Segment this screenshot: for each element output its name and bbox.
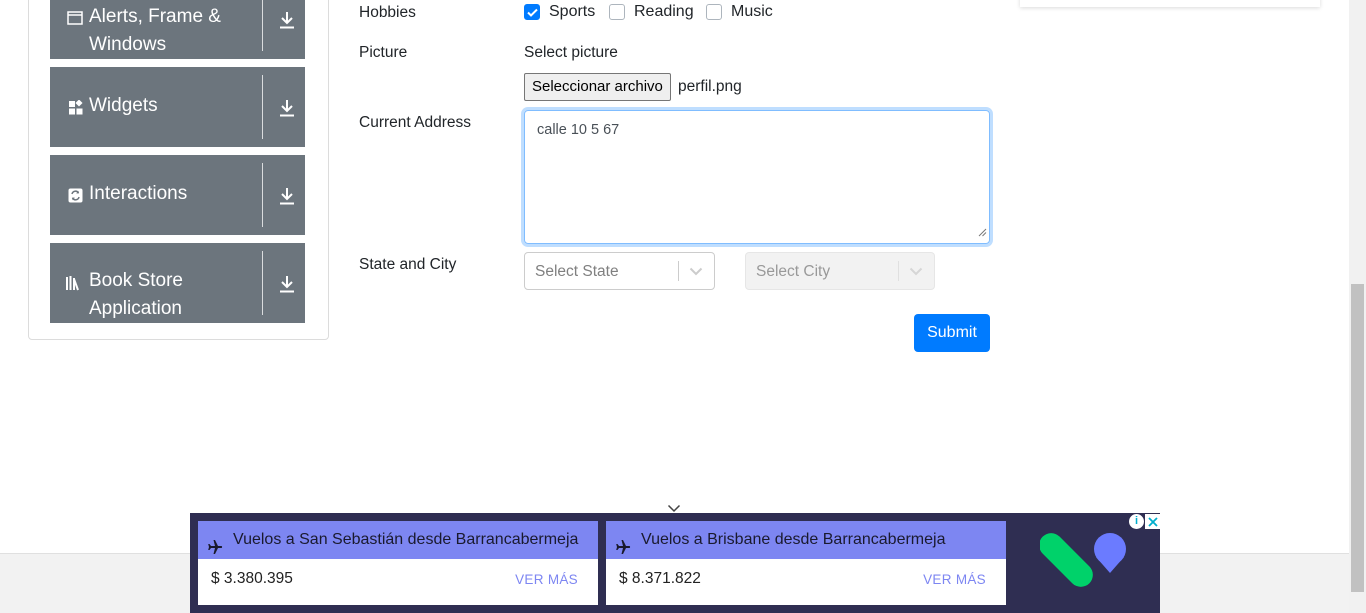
sidebar-group-label: Interactions [89, 183, 188, 204]
selected-file-name: perfil.png [678, 78, 742, 95]
select-separator [678, 261, 679, 281]
sidebar-group-label: Widgets [89, 95, 158, 116]
download-arrow-icon[interactable] [277, 273, 297, 295]
divider [262, 251, 263, 315]
ad-card-header[interactable]: Vuelos a Brisbane desde Barrancabermeja [606, 521, 1006, 559]
interactions-icon [67, 187, 83, 203]
sidebar-group-label: Book Store [89, 270, 183, 291]
hobby-music-checkbox[interactable]: Music [706, 3, 773, 21]
chevron-down-icon [908, 263, 924, 279]
picture-label: Picture [359, 44, 408, 61]
widgets-icon [67, 99, 83, 115]
floating-card-edge [1020, 0, 1320, 7]
download-arrow-icon[interactable] [277, 185, 297, 207]
books-icon [65, 275, 85, 291]
select-separator [898, 261, 899, 281]
chevron-down-icon[interactable] [688, 263, 704, 279]
ad-banner[interactable]: Vuelos a San Sebastián desde Barrancaber… [190, 513, 1160, 613]
sidebar-group-alerts-frame-windows[interactable]: Alerts, Frame & Windows [50, 0, 305, 59]
hobby-music-label[interactable]: Music [731, 3, 773, 21]
scrollbar-thumb[interactable] [1351, 284, 1364, 592]
hobby-reading-label[interactable]: Reading [634, 3, 694, 21]
window-icon [67, 10, 83, 26]
checkbox-unchecked-icon[interactable] [706, 4, 722, 20]
sidebar-group-widgets[interactable]: Widgets [50, 67, 305, 147]
hobby-sports-label[interactable]: Sports [549, 3, 595, 21]
city-select[interactable]: Select City [745, 252, 935, 290]
download-arrow-icon[interactable] [277, 97, 297, 119]
current-address-textarea[interactable]: calle 10 5 67 [524, 110, 990, 244]
hobby-sports-checkbox[interactable]: Sports [524, 3, 595, 21]
ad-card-price: $ 8.371.822 [619, 570, 701, 587]
sidebar-group-label: Application [89, 298, 182, 319]
ad-info-icon[interactable]: i [1129, 514, 1144, 529]
current-address-value: calle 10 5 67 [537, 122, 620, 138]
airplane-icon [615, 532, 631, 570]
choose-file-button[interactable]: Seleccionar archivo [524, 73, 671, 101]
airplane-icon [207, 532, 223, 570]
ad-card-cta-link[interactable]: VER MÁS [923, 572, 986, 587]
ad-card-flight[interactable]: Vuelos a San Sebastián desde Barrancaber… [198, 521, 598, 605]
checkbox-unchecked-icon[interactable] [609, 4, 625, 20]
divider [262, 75, 263, 139]
city-select-placeholder: Select City [756, 263, 831, 280]
hobbies-label: Hobbies [359, 4, 416, 21]
state-select[interactable]: Select State [524, 252, 715, 290]
ad-card-header[interactable]: Vuelos a San Sebastián desde Barrancaber… [198, 521, 598, 559]
ad-card-title[interactable]: Vuelos a San Sebastián desde Barrancaber… [233, 521, 578, 559]
hobby-reading-checkbox[interactable]: Reading [609, 3, 694, 21]
ad-close-icon[interactable] [1145, 514, 1160, 529]
divider [262, 163, 263, 227]
state-city-label: State and City [359, 256, 457, 273]
ad-card-title[interactable]: Vuelos a Brisbane desde Barrancabermeja [641, 521, 945, 559]
sidebar-group-interactions[interactable]: Interactions [50, 155, 305, 235]
ad-card-flight[interactable]: Vuelos a Brisbane desde Barrancabermeja … [606, 521, 1006, 605]
ad-card-price: $ 3.380.395 [211, 570, 293, 587]
select-picture-prompt: Select picture [524, 44, 618, 61]
sidebar-group-book-store-application[interactable]: Book Store Application [50, 243, 305, 323]
checkbox-checked-icon[interactable] [524, 4, 540, 20]
ad-card-cta-link[interactable]: VER MÁS [515, 572, 578, 587]
ad-brand-logo[interactable] [1039, 525, 1132, 602]
divider [262, 0, 263, 51]
resize-grip-icon[interactable] [978, 225, 987, 241]
download-arrow-icon[interactable] [277, 9, 297, 31]
current-address-label: Current Address [359, 114, 471, 131]
state-select-placeholder: Select State [535, 263, 619, 280]
sidebar-group-label: Alerts, Frame & [89, 6, 221, 27]
sidebar-group-label: Windows [89, 34, 167, 55]
submit-button[interactable]: Submit [914, 314, 990, 352]
